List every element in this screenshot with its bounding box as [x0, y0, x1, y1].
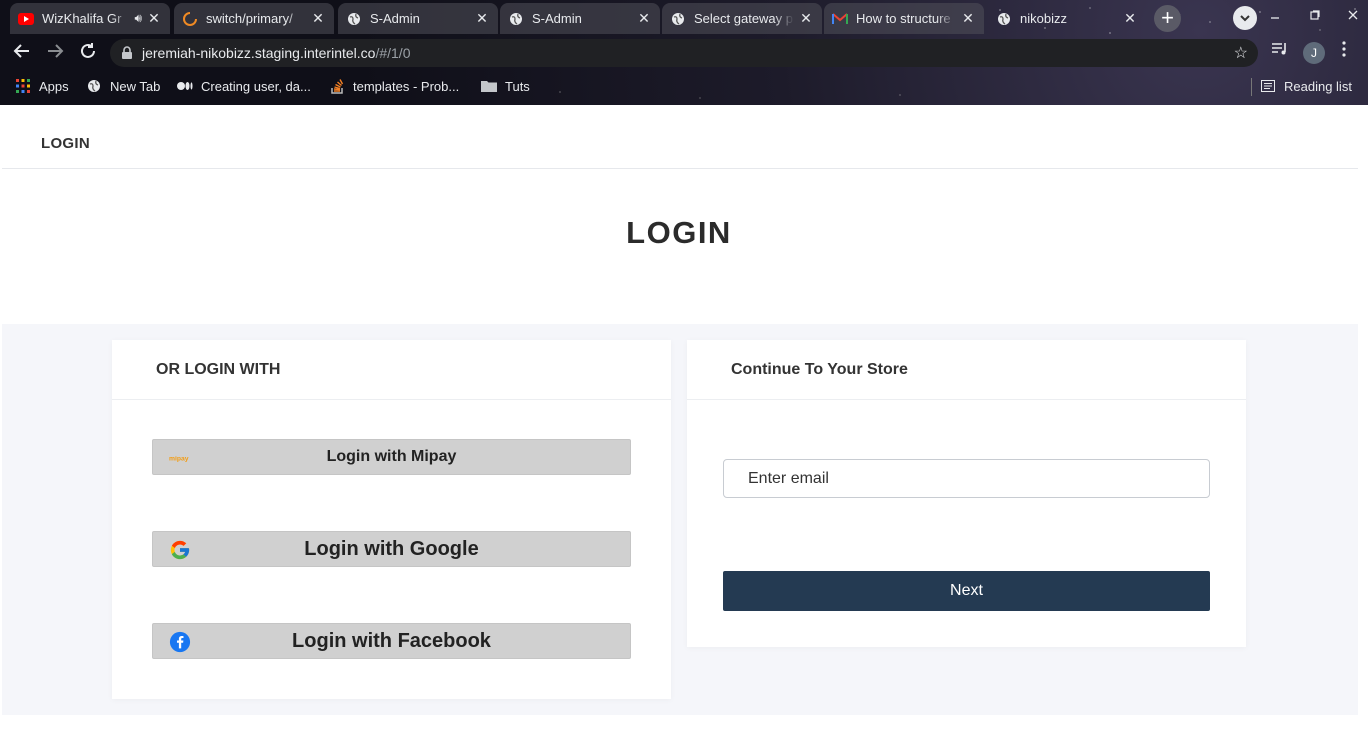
close-window-icon[interactable]	[1348, 8, 1358, 23]
browser-toolbar: jeremiah-nikobizz.staging.interintel.co /…	[0, 36, 1368, 70]
medium-icon	[177, 78, 193, 94]
globe-icon	[86, 78, 102, 94]
close-tab-icon[interactable]: ✕	[798, 10, 814, 27]
chevron-down-icon	[1240, 14, 1250, 21]
close-tab-icon[interactable]: ✕	[474, 10, 490, 27]
forward-button[interactable]	[44, 42, 66, 64]
bookmark-label: Tuts	[505, 78, 530, 94]
gmail-icon	[832, 11, 848, 27]
new-tab-button[interactable]: +	[1154, 5, 1181, 32]
bookmark-star-icon[interactable]: ☆	[1234, 43, 1248, 63]
globe-icon	[508, 11, 524, 27]
browser-chrome: WizKhalifa Gr 🔊︎ ✕ switch/primary/ ✕ S-A…	[0, 0, 1368, 105]
top-navbar: LOGIN	[2, 105, 1358, 169]
reading-list-icon	[1260, 78, 1276, 94]
tab-strip: WizKhalifa Gr 🔊︎ ✕ switch/primary/ ✕ S-A…	[0, 0, 1368, 36]
next-button[interactable]: Next	[723, 571, 1210, 611]
url-path: /#/1/0	[375, 45, 411, 61]
loading-icon	[182, 11, 198, 27]
tab-wizkhalifa[interactable]: WizKhalifa Gr 🔊︎ ✕	[10, 3, 170, 34]
social-login-header: OR LOGIN WITH	[112, 340, 671, 400]
globe-icon	[996, 11, 1012, 27]
tab-switch-primary[interactable]: switch/primary/ ✕	[174, 3, 334, 34]
bookmark-label: Apps	[39, 78, 69, 94]
kebab-menu-icon	[1342, 41, 1346, 57]
close-tab-icon[interactable]: ✕	[636, 10, 652, 27]
tab-title: Select gateway p	[694, 11, 794, 26]
tab-title: S-Admin	[370, 11, 420, 26]
bookmark-label: New Tab	[110, 78, 161, 94]
store-login-header: Continue To Your Store	[687, 340, 1246, 400]
facebook-icon	[169, 631, 191, 653]
restore-icon[interactable]	[1310, 8, 1320, 23]
page: LOGIN LOGIN OR LOGIN WITH mipay Login wi…	[0, 105, 1368, 737]
login-with-google-label: Login with Google	[304, 537, 479, 560]
close-tab-icon[interactable]: ✕	[960, 10, 976, 27]
close-tab-icon[interactable]: ✕	[1122, 10, 1138, 27]
apps-grid-icon	[15, 78, 31, 94]
arrow-right-icon	[48, 44, 64, 58]
tab-select-gateway[interactable]: Select gateway p ✕	[662, 3, 822, 34]
social-login-card: OR LOGIN WITH mipay Login with Mipay Log…	[112, 340, 671, 699]
playlist-icon	[1272, 43, 1286, 55]
youtube-icon	[18, 11, 34, 27]
globe-icon	[346, 11, 362, 27]
tab-title: switch/primary/	[206, 11, 293, 26]
media-control-button[interactable]	[1271, 41, 1289, 62]
bookmark-apps[interactable]: Apps	[15, 78, 69, 94]
bookmark-label: Creating user, da...	[201, 78, 311, 94]
lock-icon	[122, 46, 132, 59]
back-button[interactable]	[11, 42, 33, 64]
tab-title: nikobizz	[1020, 11, 1067, 26]
profile-avatar[interactable]: J	[1303, 42, 1325, 64]
tab-title: WizKhalifa Gr	[42, 11, 122, 26]
email-input[interactable]	[723, 459, 1210, 498]
stackoverflow-icon	[329, 78, 345, 94]
bookmark-creating-user[interactable]: Creating user, da...	[177, 78, 311, 94]
bookmarks-bar: Apps New Tab Creating user, da... templa…	[0, 72, 1368, 100]
reload-button[interactable]	[77, 42, 99, 64]
google-icon	[169, 540, 191, 560]
folder-icon	[481, 78, 497, 94]
reading-list-button[interactable]: Reading list	[1260, 78, 1352, 94]
page-title: LOGIN	[626, 215, 732, 250]
bookmark-templates[interactable]: templates - Prob...	[329, 78, 459, 94]
bookmark-new-tab[interactable]: New Tab	[86, 78, 160, 94]
tab-nikobizz[interactable]: nikobizz ✕	[988, 3, 1146, 34]
tab-title: How to structure	[856, 11, 951, 26]
login-with-google-button[interactable]: Login with Google	[152, 531, 631, 567]
login-with-facebook-button[interactable]: Login with Facebook	[152, 623, 631, 659]
arrow-left-icon	[13, 44, 29, 58]
reading-list-label: Reading list	[1284, 78, 1352, 94]
bookmarks-divider	[1251, 78, 1252, 96]
navbar-title: LOGIN	[41, 135, 90, 152]
login-with-mipay-button[interactable]: mipay Login with Mipay	[152, 439, 631, 475]
close-tab-icon[interactable]: ✕	[310, 10, 326, 27]
tab-s-admin-1[interactable]: S-Admin ✕	[338, 3, 498, 34]
address-bar[interactable]: jeremiah-nikobizz.staging.interintel.co /…	[110, 39, 1258, 67]
close-tab-icon[interactable]: ✕	[146, 10, 162, 27]
tab-s-admin-2[interactable]: S-Admin ✕	[500, 3, 660, 34]
bookmark-label: templates - Prob...	[353, 78, 460, 94]
tab-search-button[interactable]	[1233, 6, 1257, 30]
browser-menu-button[interactable]	[1342, 41, 1346, 62]
tab-title: S-Admin	[532, 11, 582, 26]
tab-how-to-structure[interactable]: How to structure ✕	[824, 3, 984, 34]
store-login-card: Continue To Your Store Next	[687, 340, 1246, 647]
mipay-logo-text: mipay	[169, 456, 189, 463]
speaker-icon[interactable]: 🔊︎	[134, 11, 142, 26]
minimize-icon[interactable]	[1270, 8, 1280, 23]
globe-icon	[670, 11, 686, 27]
mipay-logo-icon: mipay	[169, 448, 191, 468]
login-with-facebook-label: Login with Facebook	[292, 629, 491, 652]
bookmark-tuts[interactable]: Tuts	[481, 78, 530, 94]
login-with-mipay-label: Login with Mipay	[326, 448, 457, 465]
url-host: jeremiah-nikobizz.staging.interintel.co	[142, 45, 376, 61]
reload-icon	[81, 43, 95, 58]
